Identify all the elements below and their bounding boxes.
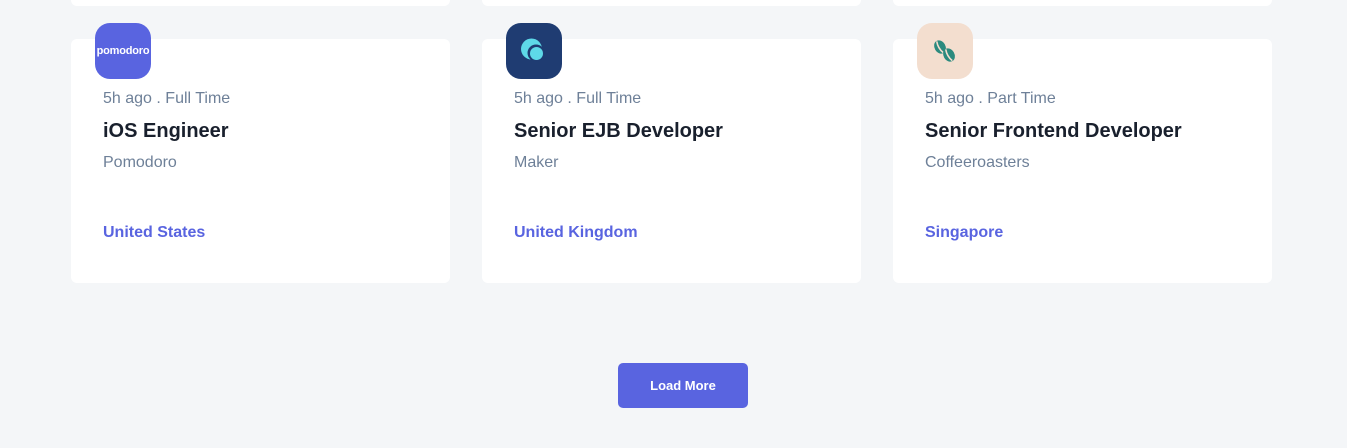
coffee-beans-logo-icon — [917, 23, 973, 79]
load-more-button[interactable]: Load More — [618, 363, 748, 408]
meta-separator: . — [567, 90, 572, 107]
company-name: Pomodoro — [103, 154, 177, 171]
maker-logo-graphic — [521, 38, 545, 62]
job-card[interactable]: 5h ago . Part Time Senior Frontend Devel… — [893, 23, 1272, 283]
contract-type: Full Time — [165, 90, 231, 107]
job-location: United States — [103, 224, 206, 241]
coffee-beans-graphic — [934, 40, 955, 62]
company-logo-text: pomodoro — [96, 45, 150, 57]
job-card[interactable]: 5h ago . Full Time Senior EJB Developer … — [482, 23, 861, 283]
job-location: United Kingdom — [514, 224, 638, 241]
meta-separator: . — [978, 90, 983, 107]
posted-time: 5h ago — [514, 90, 563, 107]
job-title[interactable]: Senior EJB Developer — [514, 120, 723, 143]
job-meta: 5h ago . Full Time — [103, 90, 230, 108]
job-title[interactable]: Senior Frontend Developer — [925, 120, 1182, 143]
posted-time: 5h ago — [103, 90, 152, 107]
contract-type: Full Time — [576, 90, 642, 107]
previous-job-card[interactable] — [482, 0, 861, 6]
company-name: Maker — [514, 154, 559, 171]
contract-type: Part Time — [987, 90, 1056, 107]
job-title[interactable]: iOS Engineer — [103, 120, 229, 143]
previous-job-card[interactable] — [71, 0, 450, 6]
job-card[interactable]: pomodoro 5h ago . Full Time iOS Engineer… — [71, 23, 450, 283]
job-meta: 5h ago . Full Time — [514, 90, 641, 108]
maker-logo-icon — [506, 23, 562, 79]
previous-job-card[interactable] — [893, 0, 1272, 6]
posted-time: 5h ago — [925, 90, 974, 107]
job-location: Singapore — [925, 224, 1004, 241]
meta-separator: . — [156, 90, 161, 107]
job-meta: 5h ago . Part Time — [925, 90, 1056, 108]
company-name: Coffeeroasters — [925, 154, 1030, 171]
pomodoro-logo-icon: pomodoro — [95, 23, 151, 79]
